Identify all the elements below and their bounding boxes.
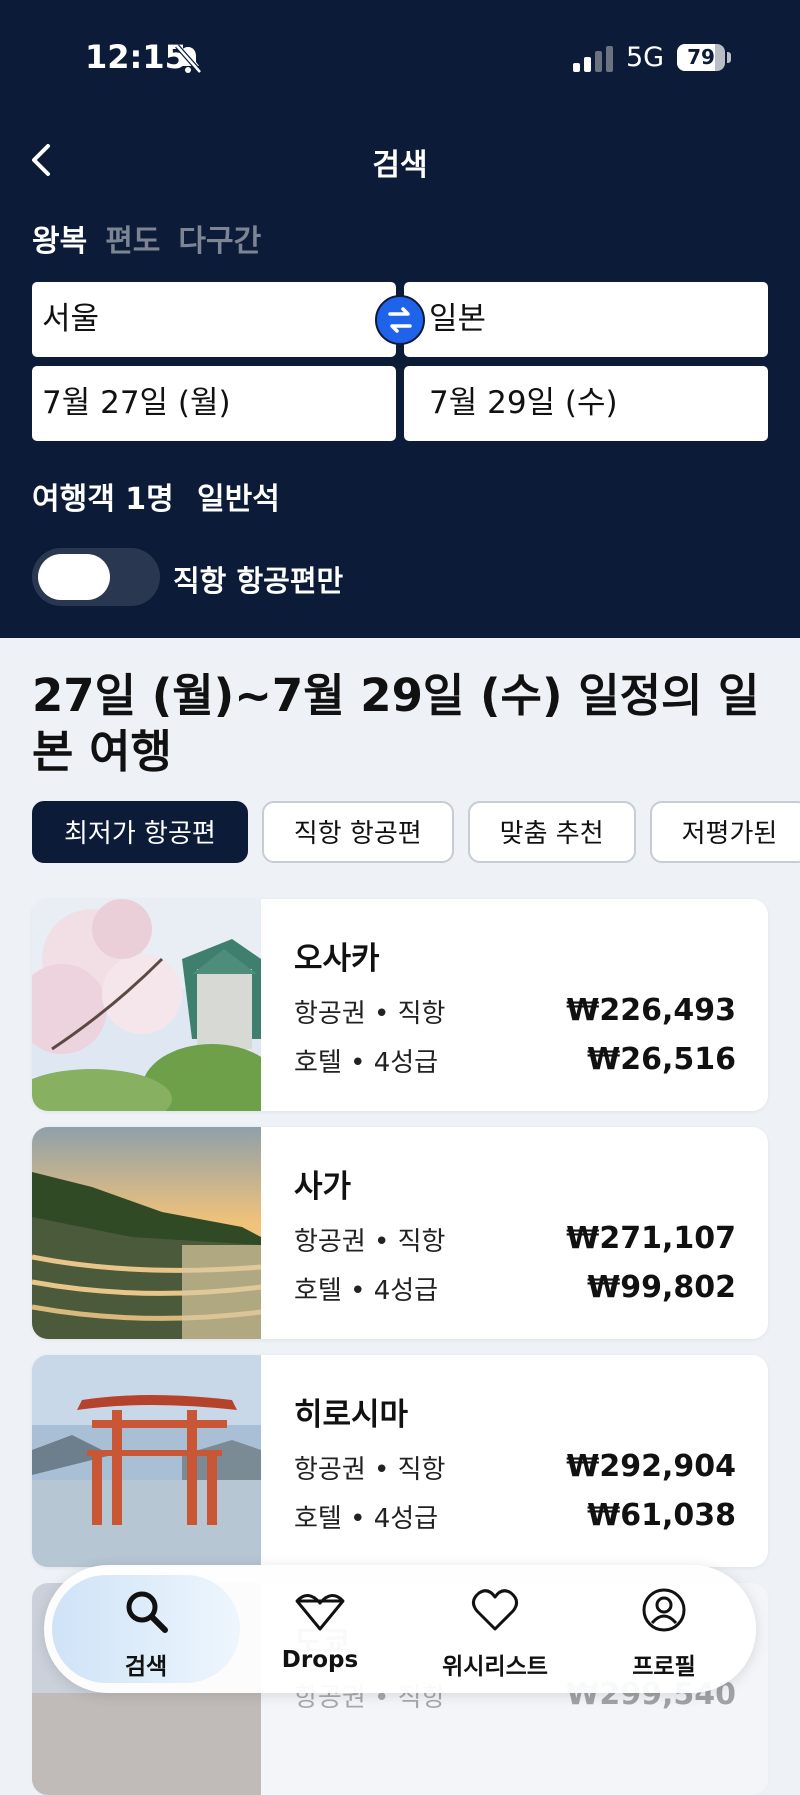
destination-card[interactable]: 히로시마 항공권 • 직항 ₩292,904 호텔 • 4성급 ₩61,038 xyxy=(32,1355,768,1567)
flight-label: 항공권 • 직항 xyxy=(294,999,446,1029)
return-date-field[interactable]: 7월 29일 (수) xyxy=(404,366,768,441)
destination-card[interactable]: 오사카 항공권 • 직항 ₩226,493 호텔 • 4성급 ₩26,516 xyxy=(32,899,768,1111)
destination-image xyxy=(32,899,261,1111)
nav-wishlist[interactable]: 위시리스트 xyxy=(410,1565,580,1693)
hotel-label: 호텔 • 4성급 xyxy=(294,1048,439,1078)
cabin-class-selector[interactable]: 일반석 xyxy=(197,474,280,518)
filter-direct[interactable]: 직항 항공편 xyxy=(261,801,454,863)
bottom-navigation: 검색 Drops 위시리스트 프로필 xyxy=(44,1565,756,1693)
destination-card[interactable]: 사가 항공권 • 직항 ₩271,107 호텔 • 4성급 ₩99,802 xyxy=(32,1127,768,1339)
filter-recommended[interactable]: 맞춤 추천 xyxy=(467,801,636,863)
filter-undervalued[interactable]: 저평가된 xyxy=(649,801,800,863)
hotel-price: ₩99,802 xyxy=(587,1270,736,1305)
drops-icon xyxy=(295,1594,345,1631)
results-heading: 27일 (월)~7월 29일 (수) 일정의 일본 여행 xyxy=(32,669,760,778)
nav-drops[interactable]: Drops xyxy=(240,1565,400,1693)
destination-city: 사가 xyxy=(294,1169,352,1205)
page-title: 검색 xyxy=(372,148,428,183)
status-time: 12:15 xyxy=(85,38,187,76)
trip-type-tabs: 왕복 편도 다구간 xyxy=(32,216,261,260)
depart-date-field[interactable]: 7월 27일 (월) xyxy=(32,366,396,441)
signal-icon xyxy=(573,46,613,72)
flight-label: 항공권 • 직항 xyxy=(294,1227,446,1257)
tab-round-trip[interactable]: 왕복 xyxy=(32,216,87,260)
destination-city: 히로시마 xyxy=(294,1397,409,1433)
destination-image xyxy=(32,1127,261,1339)
hotel-price: ₩61,038 xyxy=(587,1498,736,1533)
search-header: 12:15 5G 79 검색 왕복 편도 다구간 서울 일본 7월 27일 (월… xyxy=(0,0,800,638)
battery-indicator: 79 xyxy=(677,44,725,71)
origin-field[interactable]: 서울 xyxy=(32,282,396,357)
direct-only-label: 직항 항공편만 xyxy=(173,564,344,598)
tab-multi-city[interactable]: 다구간 xyxy=(178,216,261,260)
destination-field[interactable]: 일본 xyxy=(404,282,768,357)
bell-muted-icon xyxy=(175,44,202,74)
filter-cheapest[interactable]: 최저가 항공편 xyxy=(32,801,248,863)
filter-chips: 최저가 항공편 직항 항공편 맞춤 추천 저평가된 xyxy=(32,801,800,867)
search-icon xyxy=(126,1591,168,1633)
destination-city: 오사카 xyxy=(294,941,380,977)
swap-button[interactable] xyxy=(375,295,425,345)
nav-profile[interactable]: 프로필 xyxy=(584,1565,744,1693)
hotel-label: 호텔 • 4성급 xyxy=(294,1504,439,1534)
swap-icon xyxy=(388,307,412,333)
profile-icon xyxy=(642,1588,686,1632)
tab-one-way[interactable]: 편도 xyxy=(105,216,160,260)
network-type: 5G xyxy=(626,42,665,73)
flight-price: ₩292,904 xyxy=(566,1449,736,1484)
flight-price: ₩271,107 xyxy=(566,1221,736,1256)
flight-label: 항공권 • 직항 xyxy=(294,1455,446,1485)
direct-only-toggle[interactable] xyxy=(32,548,160,606)
passengers-selector[interactable]: 여행객 1명 xyxy=(32,474,174,518)
nav-search[interactable]: 검색 xyxy=(52,1565,240,1693)
hotel-label: 호텔 • 4성급 xyxy=(294,1276,439,1306)
hotel-price: ₩26,516 xyxy=(587,1042,736,1077)
flight-price: ₩226,493 xyxy=(566,993,736,1028)
heart-icon xyxy=(472,1589,518,1631)
destination-image xyxy=(32,1355,261,1567)
